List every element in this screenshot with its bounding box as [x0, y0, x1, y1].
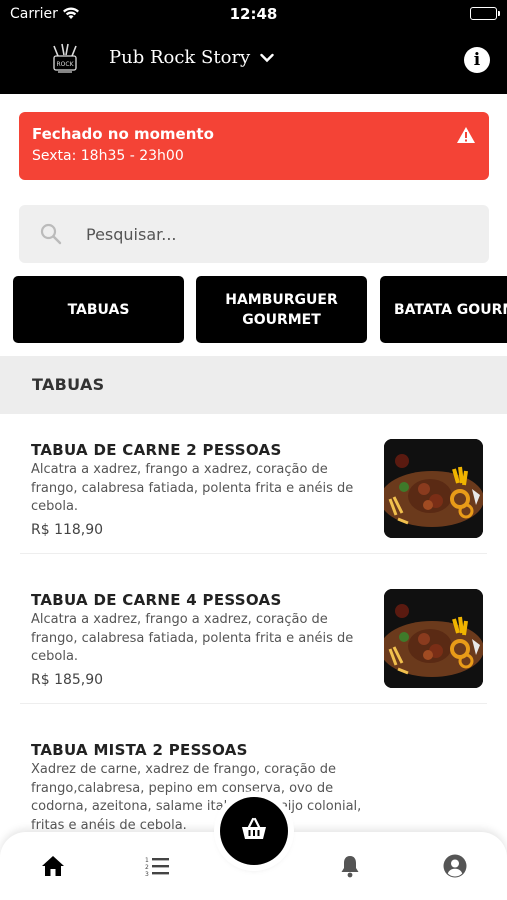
- product-description: Xadrez de carne, xadrez de frango, coraç…: [31, 762, 362, 833]
- product-price: R$ 185,90: [31, 672, 104, 688]
- product-image: [384, 439, 483, 538]
- closed-status-banner: Fechado no momento Sexta: 18h35 - 23h00: [19, 112, 489, 180]
- rock-logo-icon: ROCK: [48, 42, 82, 78]
- info-icon[interactable]: i: [464, 47, 490, 73]
- bell-icon[interactable]: [334, 850, 366, 882]
- search-icon: [39, 222, 63, 246]
- category-batata-gourmet[interactable]: BATATA GOURMET: [380, 276, 507, 343]
- svg-text:1: 1: [145, 857, 149, 864]
- cart-button[interactable]: [220, 797, 288, 865]
- cart-icon: [240, 817, 268, 845]
- battery-icon: [470, 7, 500, 20]
- product-description: Alcatra a xadrez, frango a xadrez, coraç…: [31, 462, 354, 514]
- product-image: [384, 589, 483, 688]
- warning-icon: [456, 126, 476, 148]
- category-bar: TABUAS HAMBURGUER GOURMET BATATA GOURMET: [0, 276, 507, 343]
- top-bar: ROCK Pub Rock Story i: [0, 28, 507, 94]
- category-hamburguer-gourmet[interactable]: HAMBURGUER GOURMET: [196, 276, 367, 343]
- section-title: TABUAS: [32, 375, 105, 394]
- divider: [20, 703, 487, 704]
- store-name: Pub Rock Story: [109, 47, 251, 68]
- product-name: TABUA DE CARNE 4 PESSOAS: [31, 591, 282, 609]
- search-box[interactable]: [19, 205, 489, 263]
- opening-hours: Sexta: 18h35 - 23h00: [32, 148, 184, 164]
- home-icon[interactable]: [37, 850, 69, 882]
- search-input[interactable]: [86, 224, 426, 244]
- divider: [20, 553, 487, 554]
- svg-text:3: 3: [145, 871, 149, 877]
- product-price: R$ 118,90: [31, 522, 104, 538]
- store-selector[interactable]: Pub Rock Story: [109, 47, 274, 68]
- chevron-down-icon: [260, 48, 274, 67]
- svg-text:2: 2: [145, 864, 149, 871]
- status-bar: Carrier 12:48: [0, 0, 507, 28]
- product-description: Alcatra a xadrez, frango a xadrez, coraç…: [31, 612, 354, 664]
- clock: 12:48: [229, 5, 278, 23]
- product-name: TABUA DE CARNE 2 PESSOAS: [31, 441, 282, 459]
- section-header: TABUAS: [0, 356, 507, 414]
- svg-text:ROCK: ROCK: [56, 61, 74, 68]
- list-icon[interactable]: 123: [141, 850, 173, 882]
- category-tabuas[interactable]: TABUAS: [13, 276, 184, 343]
- user-icon[interactable]: [439, 850, 471, 882]
- closed-title: Fechado no momento: [32, 125, 214, 143]
- product-name: TABUA MISTA 2 PESSOAS: [31, 741, 248, 759]
